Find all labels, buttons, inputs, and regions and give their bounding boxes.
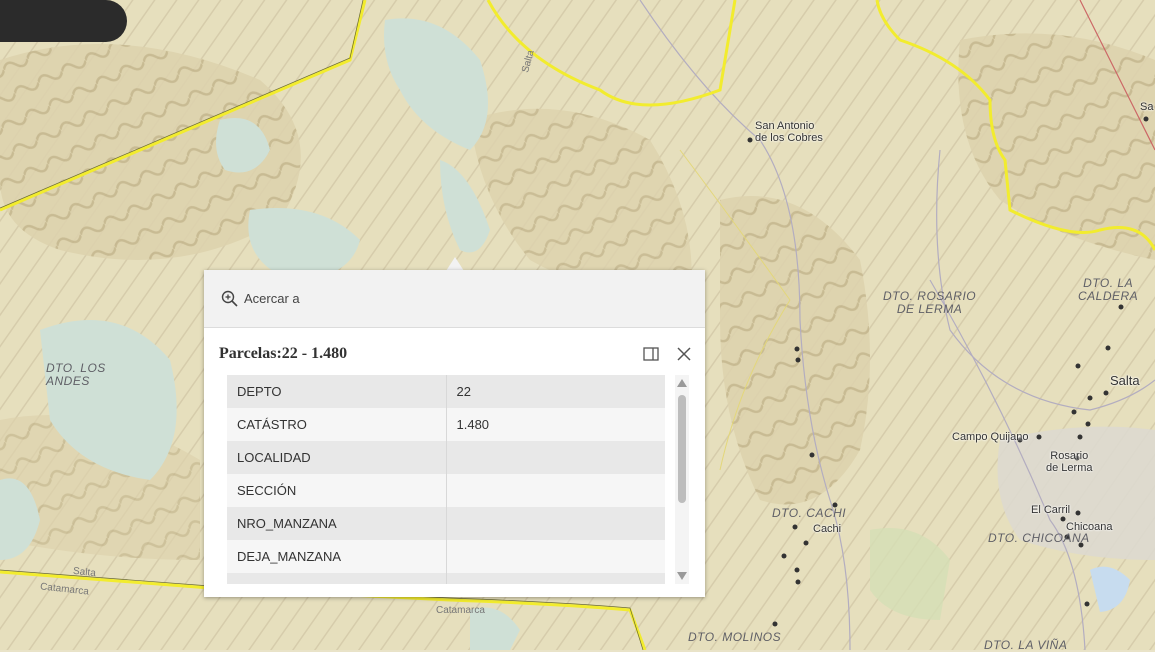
popup-action-bar: Acercar a <box>204 270 705 328</box>
field-value <box>446 441 665 474</box>
table-row: NRO_PARCELA <box>227 573 665 584</box>
boundary-label-salta-west: Salta <box>72 565 97 580</box>
scroll-up-arrow-icon[interactable] <box>677 379 687 387</box>
attribute-table: DEPTO 22 CATÁSTRO 1.480 LOCALIDAD SECCIÓ… <box>227 375 665 584</box>
zoom-to-label: Acercar a <box>244 291 300 306</box>
field-name: DEJA_MANZANA <box>227 540 447 573</box>
town-label-salta: Salta <box>1110 373 1140 388</box>
popup-title: Parcelas:22 - 1.480 <box>219 345 348 362</box>
field-value <box>446 573 665 584</box>
district-label-chicoana: DTO. CHICOANA <box>988 531 1090 545</box>
table-row: CATÁSTRO 1.480 <box>227 408 665 441</box>
dock-icon[interactable] <box>643 347 659 361</box>
field-value <box>446 507 665 540</box>
zoom-to-button[interactable]: Acercar a <box>221 290 300 308</box>
popup-scrollbar[interactable] <box>675 375 689 584</box>
field-name: SECCIÓN <box>227 474 447 507</box>
close-icon[interactable] <box>677 347 691 361</box>
district-label-los-andes: DTO. LOS ANDES <box>46 361 106 388</box>
district-label-cachi: DTO. CACHI <box>772 506 847 520</box>
district-label-molinos: DTO. MOLINOS <box>688 630 782 644</box>
field-value: 22 <box>446 375 665 408</box>
popup-pointer <box>446 257 464 271</box>
table-row: DEPTO 22 <box>227 375 665 408</box>
table-row: SECCIÓN <box>227 474 665 507</box>
town-label-cachi: Cachi <box>813 523 842 535</box>
field-name: DEPTO <box>227 375 447 408</box>
district-label-la-caldera: DTO. LA CALDERA <box>1078 276 1139 303</box>
town-label-el-carril: El Carril <box>1031 504 1071 516</box>
field-name: LOCALIDAD <box>227 441 447 474</box>
district-label-la-vina: DTO. LA VIÑA <box>984 638 1068 652</box>
top-toolbar-pill[interactable] <box>0 0 127 42</box>
town-label-san-antonio: San Antonio de los Cobres <box>755 120 823 144</box>
town-label-rosario-de-lerma: Rosario de Lerma <box>1046 450 1093 474</box>
scroll-down-arrow-icon[interactable] <box>677 572 687 580</box>
field-value <box>446 474 665 507</box>
zoom-in-icon <box>221 290 238 307</box>
field-value <box>446 540 665 573</box>
town-label-campo-quijano: Campo Quijano <box>952 431 1029 443</box>
field-value: 1.480 <box>446 408 665 441</box>
boundary-label-catamarca-east: Catamarca <box>436 605 485 616</box>
town-label-sa: Sa <box>1140 101 1154 113</box>
table-row: LOCALIDAD <box>227 441 665 474</box>
field-name: NRO_PARCELA <box>227 573 447 584</box>
field-name: NRO_MANZANA <box>227 507 447 540</box>
table-row: DEJA_MANZANA <box>227 540 665 573</box>
popup-title-row: Parcelas:22 - 1.480 <box>219 342 691 366</box>
field-name: CATÁSTRO <box>227 408 447 441</box>
feature-popup: Acercar a Parcelas:22 - 1.480 DEPTO 22 C… <box>204 270 705 597</box>
town-label-chicoana: Chicoana <box>1066 521 1113 533</box>
scrollbar-thumb[interactable] <box>678 395 686 503</box>
attribute-table-viewport: DEPTO 22 CATÁSTRO 1.480 LOCALIDAD SECCIÓ… <box>227 375 667 584</box>
table-row: NRO_MANZANA <box>227 507 665 540</box>
district-label-rosario-de-lerma: DTO. ROSARIO DE LERMA <box>883 289 977 316</box>
